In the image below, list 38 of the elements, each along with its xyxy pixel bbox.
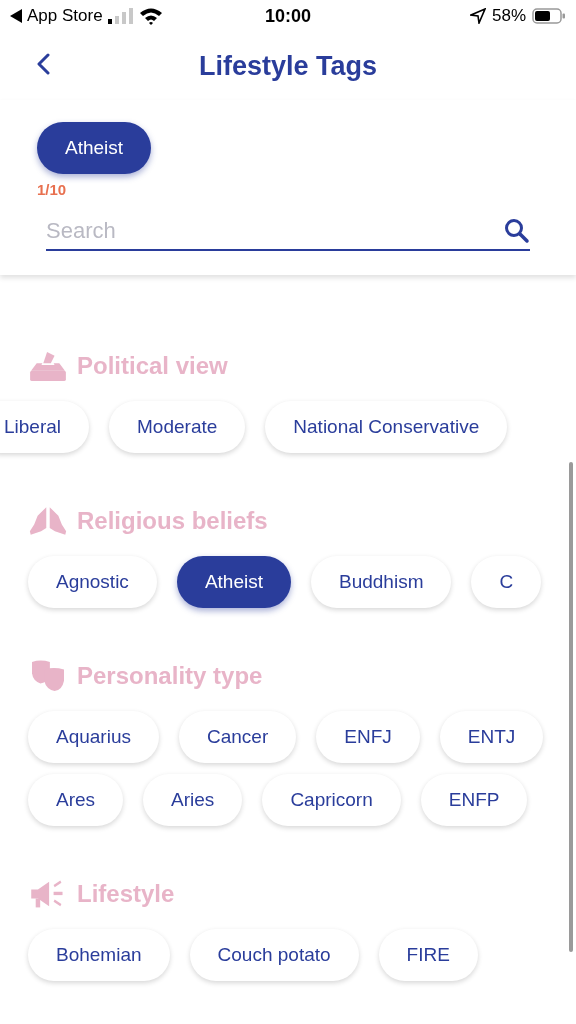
ballot-box-icon	[29, 350, 67, 382]
battery-icon	[532, 8, 566, 24]
tag-chip[interactable]: Ares	[28, 774, 124, 826]
tag-chip[interactable]: National Conservative	[265, 401, 508, 453]
praying-hands-icon	[29, 505, 67, 537]
tag-chip[interactable]: Atheist	[176, 556, 291, 608]
tag-chip[interactable]: Moderate	[109, 401, 246, 453]
back-triangle-icon	[10, 9, 22, 23]
page-title: Lifestyle Tags	[198, 50, 378, 82]
signal-icon	[107, 8, 134, 24]
tag-chip[interactable]: Buddhism	[310, 556, 452, 608]
section-title: Political view	[77, 352, 228, 380]
tag-chip[interactable]: Aquarius	[28, 711, 159, 763]
tag-chip[interactable]: C	[471, 556, 542, 608]
selected-tag-chip[interactable]: Atheist	[37, 122, 152, 174]
tag-chip[interactable]: Agnostic	[28, 556, 157, 608]
tag-chip[interactable]: Couch potato	[189, 929, 359, 981]
tag-chip[interactable]: Liberal	[0, 401, 90, 453]
location-arrow-icon	[470, 8, 486, 24]
tag-chip[interactable]: ENTJ	[439, 711, 544, 763]
clock-time: 10:00	[265, 5, 312, 27]
section-title: Personality type	[77, 662, 263, 690]
tag-count: 1/10	[37, 181, 67, 198]
tag-chip[interactable]: FIRE	[378, 929, 478, 981]
tag-chip[interactable]: Cancer	[179, 711, 297, 763]
battery-percent: 58%	[492, 6, 526, 26]
section-title: Religious beliefs	[77, 507, 268, 535]
tag-chip[interactable]: Capricorn	[262, 774, 401, 826]
tag-chip[interactable]: ENFJ	[316, 711, 420, 763]
tag-chip[interactable]: Bohemian	[28, 929, 170, 981]
search-field[interactable]: Search	[46, 218, 504, 244]
back-chevron-icon	[36, 52, 50, 75]
tag-chip[interactable]: Aries	[143, 774, 243, 826]
section-title: Lifestyle	[77, 880, 175, 908]
tag-chip[interactable]: ENFP	[420, 774, 528, 826]
back-app-label[interactable]: App Store	[27, 6, 103, 26]
search-icon[interactable]	[504, 218, 530, 244]
wifi-icon	[138, 7, 163, 25]
